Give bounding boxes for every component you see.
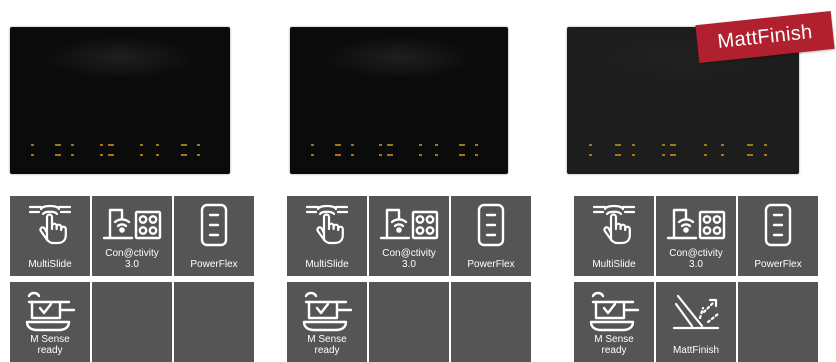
tile-label: PowerFlex	[754, 259, 802, 270]
empty-tile	[174, 282, 254, 362]
tile-label: M Sense ready	[594, 334, 634, 356]
empty-tile	[92, 282, 172, 362]
feature-tile-multislide: MultiSlide	[574, 196, 654, 276]
empty-tile	[738, 282, 818, 362]
feature-tile-con-ctivity-3-0: Con@ctivity 3.0	[656, 196, 736, 276]
feature-tile-multislide: MultiSlide	[287, 196, 367, 276]
cooktop-control-panel	[299, 140, 500, 162]
tile-label: M Sense ready	[307, 334, 347, 356]
empty-tile	[451, 282, 531, 362]
feature-tile-mattfinish: MattFinish	[656, 282, 736, 362]
empty-tile	[369, 282, 449, 362]
tile-label: PowerFlex	[190, 259, 238, 270]
feature-tile-con-ctivity-3-0: Con@ctivity 3.0	[92, 196, 172, 276]
feature-tile-m-sense-ready: M Sense ready	[287, 282, 367, 362]
feature-tile-powerflex: PowerFlex	[174, 196, 254, 276]
feature-tile-con-ctivity-3-0: Con@ctivity 3.0	[369, 196, 449, 276]
tile-label: MultiSlide	[28, 259, 72, 270]
feature-tiles: MultiSlide Con@ctivity 3.0 PowerFlex M Sens…	[10, 196, 254, 362]
tile-label: MattFinish	[672, 345, 720, 356]
feature-tile-powerflex: PowerFlex	[738, 196, 818, 276]
product-column-1: MultiSlide Con@ctivity 3.0 PowerFlex M Sens…	[0, 0, 265, 362]
cooktop-image	[10, 27, 230, 174]
cooktop-image	[290, 27, 508, 174]
feature-tile-m-sense-ready: M Sense ready	[10, 282, 90, 362]
feature-tiles: MultiSlide Con@ctivity 3.0 PowerFlex M Sens…	[574, 196, 818, 362]
feature-tiles: MultiSlide Con@ctivity 3.0 PowerFlex M Sens…	[287, 196, 531, 362]
tile-label: MultiSlide	[592, 259, 636, 270]
tile-label: M Sense ready	[30, 334, 70, 356]
mattfinish-badge-label: MattFinish	[716, 20, 814, 53]
tile-label: Con@ctivity 3.0	[669, 248, 723, 270]
tile-label: MultiSlide	[305, 259, 349, 270]
tile-label: PowerFlex	[467, 259, 515, 270]
tile-label: Con@ctivity 3.0	[105, 248, 159, 270]
feature-tile-multislide: MultiSlide	[10, 196, 90, 276]
feature-tile-m-sense-ready: M Sense ready	[574, 282, 654, 362]
product-column-2: MultiSlide Con@ctivity 3.0 PowerFlex M Sens…	[287, 0, 552, 362]
tile-label: Con@ctivity 3.0	[382, 248, 436, 270]
feature-tile-powerflex: PowerFlex	[451, 196, 531, 276]
cooktop-control-panel	[19, 140, 221, 162]
cooktop-control-panel	[576, 140, 789, 162]
